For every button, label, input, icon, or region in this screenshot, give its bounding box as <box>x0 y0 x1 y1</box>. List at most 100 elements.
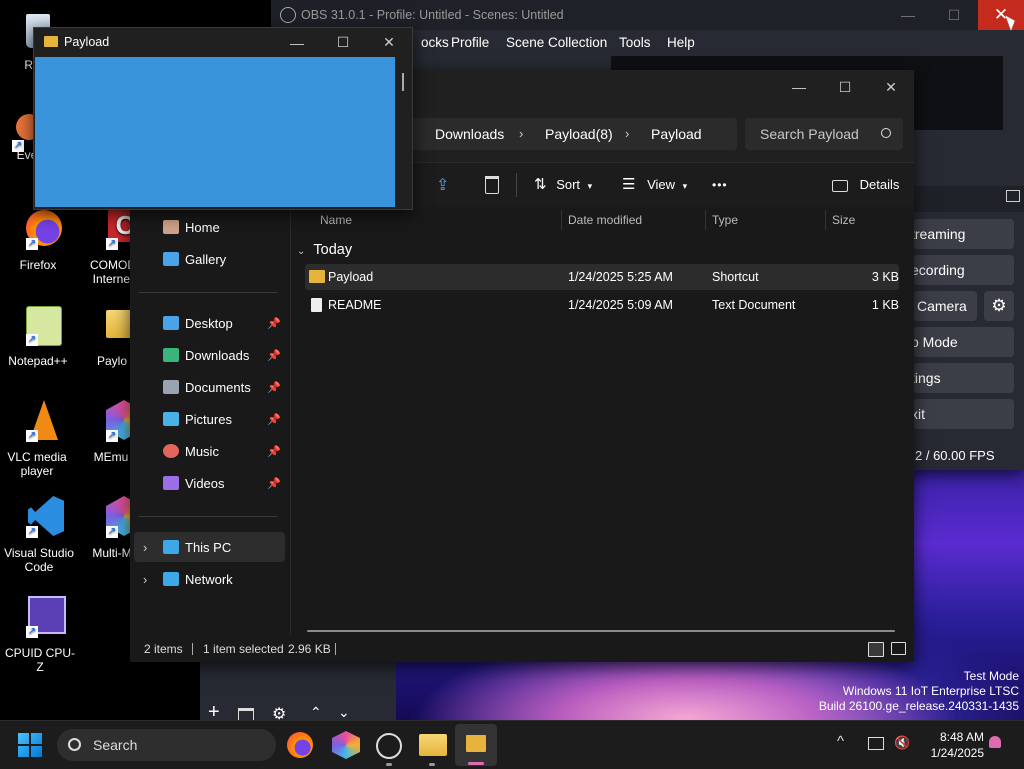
payload-content[interactable] <box>35 57 395 207</box>
undock-icon[interactable] <box>1006 190 1020 202</box>
file-row-payload[interactable]: Payload 1/24/2025 5:25 AM Shortcut 3 KB <box>305 264 899 290</box>
payload-scrollbar[interactable] <box>402 73 404 91</box>
file-explorer-taskbar-icon[interactable] <box>419 734 447 756</box>
pin-icon: 📌 <box>267 349 281 362</box>
payload-maximize-button[interactable]: ☐ <box>320 28 366 57</box>
expand-chevron-icon[interactable]: › <box>143 540 147 555</box>
settings-button[interactable]: tings <box>911 363 1014 393</box>
sidebar-item-music[interactable]: Music 📌 <box>130 436 285 466</box>
details-pane-button[interactable]: Details <box>832 163 899 207</box>
search-box[interactable]: Search Payload <box>745 118 903 150</box>
group-header-today[interactable]: ⌄ Today <box>297 238 352 262</box>
explorer-close-button[interactable]: ✕ <box>868 70 914 104</box>
delete-icon[interactable] <box>485 176 499 194</box>
group-label: Today <box>313 242 353 258</box>
file-list: Name Date modified Type Size ⌄ Today Pay… <box>291 207 914 634</box>
watermark-line-3: Build 26100.ge_release.240331-1435 <box>818 699 1019 713</box>
move-up-icon[interactable]: ⌃ <box>310 704 322 720</box>
details-view-button[interactable] <box>868 642 884 657</box>
sidebar-divider <box>138 292 278 293</box>
sidebar-item-home[interactable]: Home <box>130 212 285 242</box>
gear-icon[interactable]: ⚙ <box>272 704 286 720</box>
chevron-down-icon: ▾ <box>682 181 688 191</box>
file-row-readme[interactable]: README 1/24/2025 5:09 AM Text Document 1… <box>305 292 899 318</box>
sidebar-item-this-pc[interactable]: › This PC <box>134 532 285 562</box>
sidebar-item-label: Pictures <box>185 411 232 427</box>
sidebar-item-downloads[interactable]: Downloads 📌 <box>130 340 285 370</box>
view-button[interactable]: ☰ View ▾ <box>622 163 687 207</box>
breadcrumb[interactable]: Downloads › Payload(8) › Payload <box>405 118 737 150</box>
sidebar-item-documents[interactable]: Documents 📌 <box>130 372 285 402</box>
sidebar-item-videos[interactable]: Videos 📌 <box>130 468 285 498</box>
details-pane-icon <box>832 179 848 192</box>
start-button[interactable] <box>18 733 42 757</box>
firefox-desktop-icon[interactable]: ↗ Firefox <box>2 206 74 272</box>
column-header-size[interactable]: Size <box>832 207 855 233</box>
start-streaming-button[interactable]: treaming <box>911 219 1014 249</box>
notepad-plus-plus-desktop-icon[interactable]: ↗ Notepad++ <box>2 302 74 368</box>
sort-button[interactable]: ⇅ Sort ▾ <box>534 163 592 207</box>
network-status-icon[interactable] <box>868 737 884 750</box>
sidebar-item-network[interactable]: › Network <box>130 564 285 594</box>
file-type: Shortcut <box>712 270 759 284</box>
search-input[interactable]: Search Payload <box>760 118 859 150</box>
column-header-name[interactable]: Name <box>320 207 352 233</box>
payload-title-bar[interactable]: Payload — ☐ ✕ <box>34 28 412 57</box>
obs-minimize-button[interactable]: — <box>885 0 931 30</box>
volume-muted-icon[interactable]: 🔇 <box>894 735 910 751</box>
menu-scene-collection[interactable]: Scene Collection <box>506 30 607 56</box>
obs-close-button[interactable]: ✕ <box>978 0 1024 30</box>
sidebar-item-label: Network <box>185 571 233 587</box>
notification-bell-icon[interactable] <box>989 736 1001 748</box>
breadcrumb-payload8[interactable]: Payload(8) <box>545 118 613 150</box>
sidebar-item-gallery[interactable]: Gallery <box>130 244 285 274</box>
show-hidden-icons-chevron-icon[interactable]: ^ <box>837 733 844 750</box>
payload-close-button[interactable]: ✕ <box>366 28 412 57</box>
remove-icon[interactable] <box>238 708 254 720</box>
payload-taskbar-icon <box>466 735 486 752</box>
virtual-camera-settings-button[interactable]: ⚙ <box>984 291 1014 321</box>
sidebar-item-label: Videos <box>185 475 225 491</box>
obs-taskbar-icon[interactable] <box>376 733 402 759</box>
tiles-view-button[interactable] <box>891 642 906 655</box>
chevron-right-icon: › <box>625 126 630 141</box>
menu-help[interactable]: Help <box>667 30 695 56</box>
explorer-maximize-button[interactable]: ☐ <box>822 70 868 104</box>
more-options-button[interactable]: ••• <box>712 163 728 207</box>
vscode-desktop-icon[interactable]: ↗ Visual Studio Code <box>2 494 74 574</box>
explorer-minimize-button[interactable]: — <box>776 70 822 104</box>
vlc-desktop-icon[interactable]: ↗ VLC media player <box>2 398 74 478</box>
taskbar-search-box[interactable]: Search <box>57 729 276 761</box>
menu-tools[interactable]: Tools <box>619 30 651 56</box>
breadcrumb-payload[interactable]: Payload <box>651 118 702 150</box>
sidebar-item-label: Desktop <box>185 315 233 331</box>
start-recording-button[interactable]: ecording <box>911 255 1014 285</box>
clock[interactable]: 8:48 AM 1/24/2025 <box>920 729 984 761</box>
horizontal-scrollbar[interactable] <box>307 630 895 632</box>
expand-chevron-icon[interactable]: › <box>143 572 147 587</box>
memu-taskbar-icon[interactable] <box>332 731 360 759</box>
payload-window-title: Payload <box>64 35 110 49</box>
share-icon[interactable]: ⇪ <box>436 175 449 195</box>
desktop-icon-label: Paylo <box>96 354 128 368</box>
studio-mode-button[interactable]: o Mode <box>911 327 1014 357</box>
menu-profile[interactable]: Profile <box>451 30 489 56</box>
move-down-icon[interactable]: ⌄ <box>338 704 350 720</box>
sidebar-item-pictures[interactable]: Pictures 📌 <box>130 404 285 434</box>
payload-taskbar-button[interactable] <box>455 724 497 766</box>
obs-title-bar[interactable]: OBS 31.0.1 - Profile: Untitled - Scenes:… <box>271 0 1024 30</box>
exit-button[interactable]: xit <box>911 399 1014 429</box>
gear-icon: ⚙ <box>991 296 1007 315</box>
breadcrumb-downloads[interactable]: Downloads <box>435 118 504 150</box>
add-icon[interactable]: + <box>208 702 220 720</box>
start-virtual-camera-button[interactable]: Camera <box>913 291 977 321</box>
cpu-z-desktop-icon[interactable]: ↗ CPUID CPU-Z <box>2 594 75 674</box>
column-header-date[interactable]: Date modified <box>568 207 642 233</box>
sidebar-item-desktop[interactable]: Desktop 📌 <box>130 308 285 338</box>
payload-minimize-button[interactable]: — <box>274 28 320 57</box>
obs-maximize-button[interactable]: ☐ <box>931 0 977 30</box>
menu-docks[interactable]: ocks <box>421 30 449 56</box>
column-header-type[interactable]: Type <box>712 207 738 233</box>
firefox-taskbar-icon[interactable] <box>287 732 313 758</box>
file-size: 1 KB <box>871 298 899 312</box>
